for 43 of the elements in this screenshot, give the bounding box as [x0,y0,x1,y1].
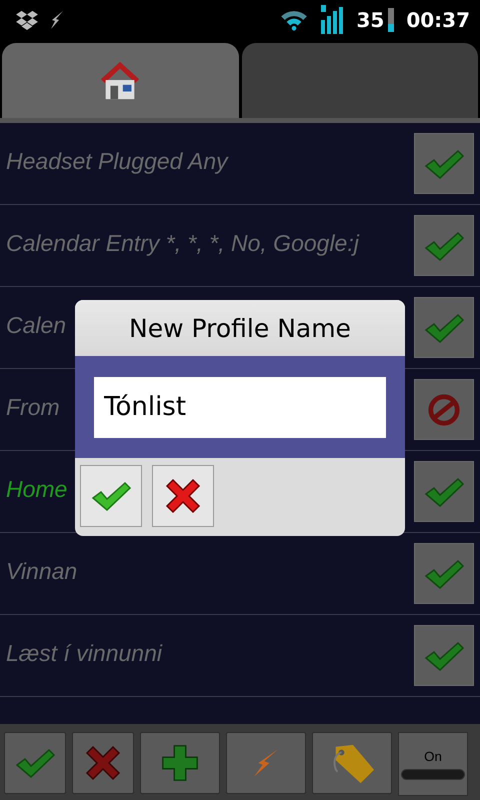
checkmark-icon [15,747,55,779]
checkmark-icon [424,558,464,590]
dropbox-icon [16,10,38,30]
close-icon [163,476,203,516]
enable-toggle[interactable] [414,461,474,522]
ok-button[interactable] [80,465,142,527]
checkmark-icon [424,230,464,262]
add-button[interactable] [140,732,220,794]
checkmark-icon [424,476,464,508]
signal-icon [320,5,344,35]
checkmark-icon [424,640,464,672]
rule-label: Home [6,476,68,503]
plus-icon [159,742,201,784]
enable-toggle[interactable] [414,625,474,686]
tag-button[interactable] [312,732,392,794]
enable-toggle[interactable] [414,133,474,194]
lightning-icon [50,10,64,30]
no-entry-icon [427,392,461,426]
rule-label: Headset Plugged Any [6,148,230,175]
rule-label: Vinnan [6,558,78,585]
rule-label: Læst í vinnunni [6,640,164,667]
accept-button[interactable] [4,732,66,794]
checkmark-icon [91,480,131,512]
wifi-icon [280,9,308,31]
action-button[interactable] [226,732,306,794]
enable-toggle[interactable] [414,297,474,358]
delete-button[interactable] [72,732,134,794]
close-icon [83,743,123,783]
rule-label: From [6,394,61,421]
dialog-title: New Profile Name [75,300,405,356]
enable-toggle[interactable] [414,543,474,604]
enable-toggle[interactable] [414,379,474,440]
battery-level: 35 [356,8,384,32]
cancel-button[interactable] [152,465,214,527]
checkmark-icon [424,312,464,344]
tab[interactable] [2,43,238,118]
rule-label: Calendar Entry *, *, *, No, Google:j [6,230,360,257]
battery-icon [388,8,394,32]
clock: 00:37 [406,8,470,32]
name-input-field[interactable]: Tónlist [94,376,386,438]
rule-label: Calen [6,312,68,339]
checkmark-icon [424,148,464,180]
enable-toggle[interactable] [414,215,474,276]
